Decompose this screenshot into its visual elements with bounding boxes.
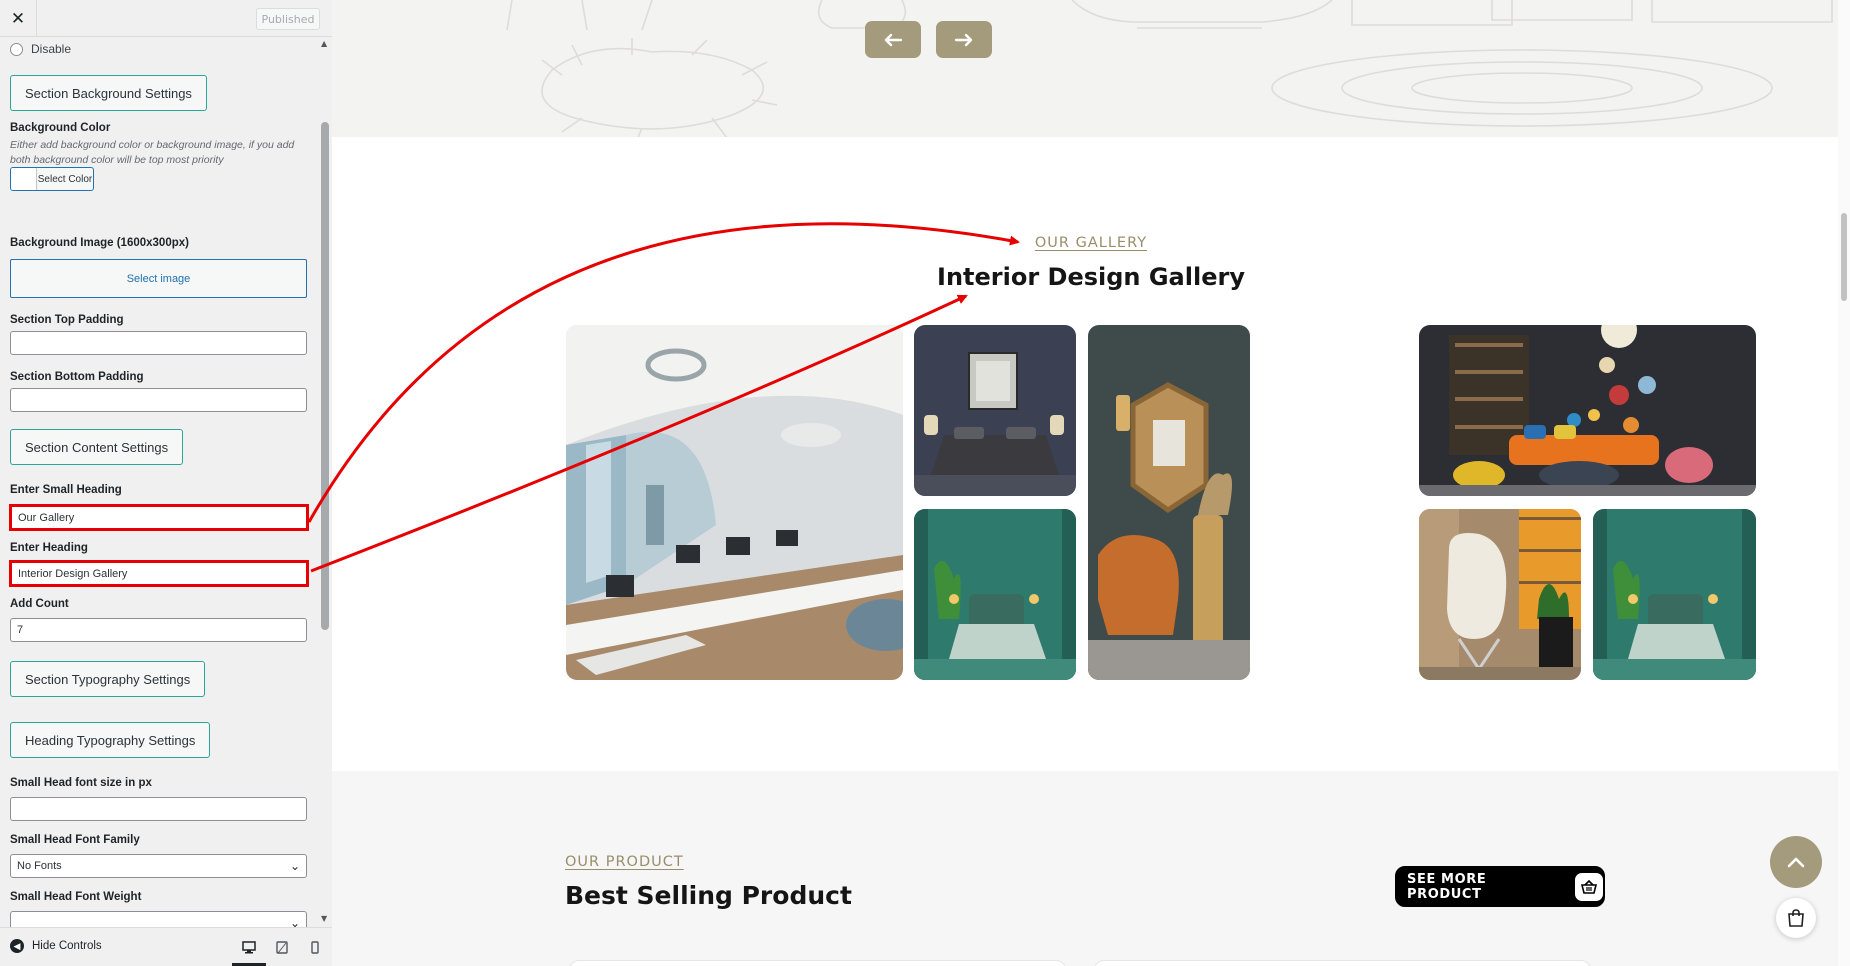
customizer-footer: ◀ Hide Controls <box>0 927 332 966</box>
chevron-up-icon <box>1787 857 1805 868</box>
furniture-sketch-background <box>506 0 1833 137</box>
scroll-up-arrow-icon[interactable]: ▲ <box>321 39 327 48</box>
hide-controls-button[interactable]: ◀ Hide Controls <box>10 939 102 953</box>
tablet-icon[interactable] <box>273 938 291 956</box>
select-color-button[interactable]: Select Color <box>10 167 94 191</box>
egg-chair-image[interactable] <box>1419 509 1581 680</box>
section-background-settings-button[interactable]: Section Background Settings <box>10 75 207 111</box>
bottom-padding-label: Section Bottom Padding <box>10 371 144 383</box>
chevron-down-icon: ⌄ <box>289 916 300 927</box>
preview-scroll-thumb[interactable] <box>1841 213 1847 301</box>
chevron-down-icon: ⌄ <box>289 859 300 873</box>
section-content-settings-button[interactable]: Section Content Settings <box>10 429 184 465</box>
gallery-small-heading[interactable]: OUR GALLERY <box>332 235 1850 251</box>
see-more-product-button[interactable]: SEE MORE PRODUCT <box>1395 866 1605 907</box>
collapse-icon: ◀ <box>10 939 24 953</box>
products-section: OUR PRODUCT Best Selling Product SEE MOR… <box>332 771 1850 966</box>
next-slide-button[interactable] <box>936 21 992 58</box>
customizer-header: ✕ Published <box>0 0 332 37</box>
mirror-armchair-image[interactable] <box>1088 325 1250 680</box>
navy-bedroom-image[interactable] <box>914 325 1076 496</box>
small-head-weight-label: Small Head Font Weight <box>10 891 142 903</box>
color-swatch <box>11 168 37 190</box>
section-typography-settings-button[interactable]: Section Typography Settings <box>10 661 206 697</box>
arrow-left-icon <box>884 33 903 46</box>
small-heading-label: Enter Small Heading <box>10 484 122 496</box>
gallery-heading: Interior Design Gallery <box>937 263 1245 291</box>
select-color-label: Select Color <box>37 173 93 185</box>
shopping-bag-icon <box>1788 909 1804 927</box>
small-head-family-select[interactable]: No Fonts ⌄ <box>10 854 307 878</box>
scroll-to-top-button[interactable] <box>1770 836 1822 888</box>
small-head-family-value: No Fonts <box>17 860 62 872</box>
see-more-label: SEE MORE PRODUCT <box>1407 871 1487 902</box>
heading-typography-settings-button[interactable]: Heading Typography Settings <box>10 722 211 758</box>
product-card[interactable] <box>1094 960 1591 966</box>
small-head-size-input[interactable] <box>10 797 307 821</box>
sidebar-scrollbar[interactable]: ▲ ▼ <box>318 37 332 927</box>
site-preview: OUR GALLERY Interior Design Gallery OUR … <box>332 0 1850 966</box>
green-bedroom-image-2[interactable] <box>1593 509 1756 680</box>
published-button[interactable]: Published <box>256 8 320 30</box>
small-head-weight-select[interactable]: ⌄ <box>10 911 307 927</box>
top-padding-label: Section Top Padding <box>10 314 124 326</box>
small-head-family-label: Small Head Font Family <box>10 834 140 846</box>
small-head-size-label: Small Head font size in px <box>10 777 152 789</box>
disable-radio[interactable] <box>10 42 23 56</box>
select-image-button[interactable]: Select image <box>10 259 307 298</box>
dark-living-room-image[interactable] <box>1419 325 1756 496</box>
gallery-section: OUR GALLERY Interior Design Gallery <box>332 137 1850 771</box>
green-bedroom-image[interactable] <box>914 509 1076 680</box>
add-count-input[interactable]: 7 <box>10 618 307 642</box>
desktop-icon[interactable] <box>232 938 266 966</box>
arrow-right-icon <box>954 33 973 46</box>
background-color-description: Either add background color or backgroun… <box>10 139 295 166</box>
close-button[interactable]: ✕ <box>0 0 37 37</box>
disable-label: Disable <box>31 42 72 56</box>
hero-slider-section <box>332 0 1850 137</box>
mobile-icon[interactable] <box>306 938 324 956</box>
hide-controls-label: Hide Controls <box>32 940 102 952</box>
product-card[interactable] <box>569 960 1066 966</box>
customizer-controls: Disable Section Background Settings Back… <box>0 37 318 927</box>
background-color-label: Background Color <box>10 122 111 134</box>
basket-icon <box>1575 872 1603 901</box>
preview-scrollbar[interactable] <box>1838 0 1850 966</box>
heading-input[interactable]: Interior Design Gallery <box>9 560 309 587</box>
disable-option[interactable]: Disable <box>10 42 71 56</box>
product-small-heading[interactable]: OUR PRODUCT <box>565 854 684 870</box>
office-interior-image[interactable] <box>566 325 903 680</box>
floating-cart-button[interactable] <box>1776 898 1816 938</box>
add-count-label: Add Count <box>10 598 69 610</box>
bottom-padding-input[interactable] <box>10 388 307 412</box>
product-heading: Best Selling Product <box>565 881 852 910</box>
background-image-label: Background Image (1600x300px) <box>10 237 189 249</box>
scroll-down-arrow-icon[interactable]: ▼ <box>321 914 327 923</box>
heading-label: Enter Heading <box>10 542 88 554</box>
customizer-sidebar: ✕ Published Disable Section Background S… <box>0 0 332 966</box>
small-heading-input[interactable]: Our Gallery <box>9 504 309 531</box>
prev-slide-button[interactable] <box>865 21 921 58</box>
sidebar-scroll-thumb[interactable] <box>321 122 329 630</box>
top-padding-input[interactable] <box>10 331 307 355</box>
close-icon: ✕ <box>10 8 26 29</box>
